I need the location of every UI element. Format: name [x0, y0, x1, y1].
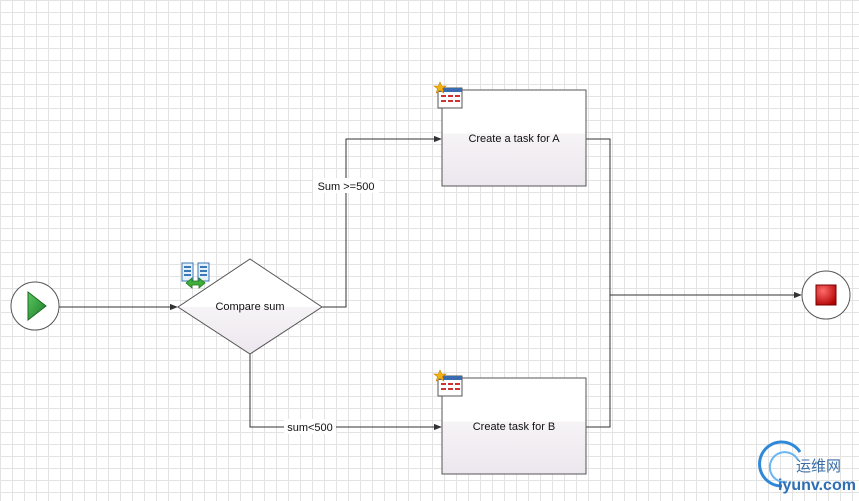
workflow-canvas: Sum >=500 sum<500 Compare sum Create a t… — [0, 0, 859, 501]
edge-label-text: sum<500 — [287, 422, 333, 434]
task-create-a-task-for-a[interactable]: Create a task for A — [441, 89, 587, 187]
task-label: Create a task for A — [468, 133, 560, 145]
edge-label-sum-lt-500: sum<500 — [284, 419, 336, 434]
create-task-icon — [433, 81, 463, 109]
compare-branch-icon — [181, 262, 210, 289]
end-event[interactable] — [801, 270, 851, 320]
stop-icon — [815, 284, 837, 306]
start-event[interactable] — [10, 281, 60, 331]
connectors — [59, 135, 802, 431]
watermark-url: iyunv.com — [778, 477, 856, 494]
workflow-diagram: Sum >=500 sum<500 Compare sum Create a t… — [10, 81, 856, 494]
edge-decision-to-task-a[interactable] — [322, 135, 442, 308]
edge-decision-to-task-b[interactable] — [249, 354, 442, 431]
watermark-text: 运维网 — [796, 457, 841, 475]
edge-label-text: Sum >=500 — [318, 181, 375, 193]
task-create-task-for-b[interactable]: Create task for B — [441, 377, 587, 475]
decision-label: Compare sum — [215, 301, 284, 313]
edge-task-a-to-merge[interactable] — [586, 138, 611, 428]
watermark: 运维网 iyunv.com — [758, 440, 856, 494]
task-label: Create task for B — [473, 421, 556, 433]
edge-label-sum-ge-500: Sum >=500 — [313, 178, 379, 193]
create-task-icon — [433, 369, 463, 397]
